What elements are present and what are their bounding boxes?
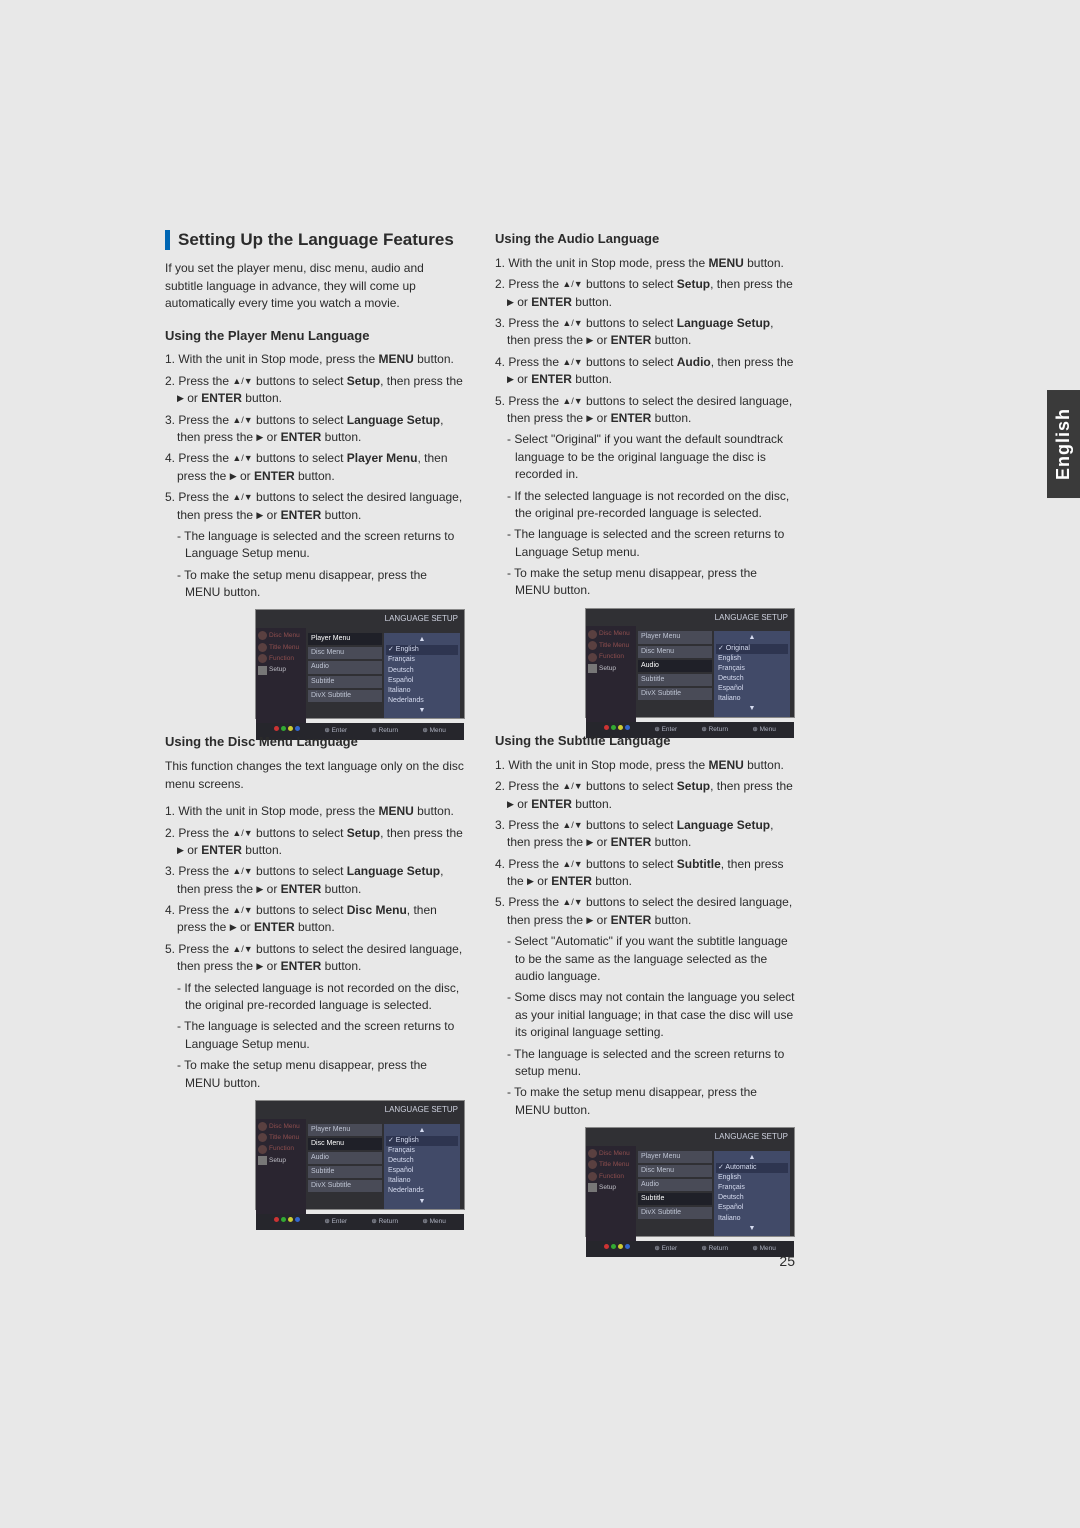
step: 5. Press the ▲/▼ buttons to select the d…: [165, 941, 465, 976]
note: - Select "Original" if you want the defa…: [507, 431, 795, 483]
audio-notes: - Select "Original" if you want the defa…: [495, 431, 795, 600]
subtitle-notes: - Select "Automatic" if you want the sub…: [495, 933, 795, 1119]
step: 3. Press the ▲/▼ buttons to select Langu…: [165, 412, 465, 447]
step: 2. Press the ▲/▼ buttons to select Setup…: [165, 825, 465, 860]
note: - The language is selected and the scree…: [177, 528, 465, 563]
language-side-tab: English: [1047, 390, 1080, 498]
note: - The language is selected and the scree…: [507, 526, 795, 561]
osd-player-menu: LANGUAGE SETUPDisc MenuTitle MenuFunctio…: [255, 609, 465, 719]
step: 1. With the unit in Stop mode, press the…: [495, 757, 795, 774]
page-body: Setting Up the Language Features If you …: [165, 230, 915, 1271]
main-heading: Setting Up the Language Features: [165, 230, 465, 250]
right-column: Using the Audio Language 1. With the uni…: [495, 230, 795, 1271]
player-menu-heading: Using the Player Menu Language: [165, 327, 465, 346]
disc-menu-notes: - If the selected language is not record…: [165, 980, 465, 1092]
step: 5. Press the ▲/▼ buttons to select the d…: [495, 894, 795, 929]
note: - To make the setup menu disappear, pres…: [507, 565, 795, 600]
note: - Select "Automatic" if you want the sub…: [507, 933, 795, 985]
step: 4. Press the ▲/▼ buttons to select Audio…: [495, 354, 795, 389]
note: - Some discs may not contain the languag…: [507, 989, 795, 1041]
step: 1. With the unit in Stop mode, press the…: [165, 351, 465, 368]
note: - If the selected language is not record…: [507, 488, 795, 523]
osd-audio: LANGUAGE SETUPDisc MenuTitle MenuFunctio…: [585, 608, 795, 718]
disc-menu-steps: 1. With the unit in Stop mode, press the…: [165, 803, 465, 976]
step: 1. With the unit in Stop mode, press the…: [165, 803, 465, 820]
step: 5. Press the ▲/▼ buttons to select the d…: [165, 489, 465, 524]
player-menu-steps: 1. With the unit in Stop mode, press the…: [165, 351, 465, 524]
disc-menu-intro: This function changes the text language …: [165, 758, 465, 793]
player-menu-notes: - The language is selected and the scree…: [165, 528, 465, 602]
note: - To make the setup menu disappear, pres…: [507, 1084, 795, 1119]
step: 4. Press the ▲/▼ buttons to select Disc …: [165, 902, 465, 937]
step: 3. Press the ▲/▼ buttons to select Langu…: [495, 315, 795, 350]
step: 1. With the unit in Stop mode, press the…: [495, 255, 795, 272]
step: 2. Press the ▲/▼ buttons to select Setup…: [165, 373, 465, 408]
osd-disc-menu: LANGUAGE SETUPDisc MenuTitle MenuFunctio…: [255, 1100, 465, 1210]
note: - The language is selected and the scree…: [507, 1046, 795, 1081]
audio-heading: Using the Audio Language: [495, 230, 795, 249]
note: - If the selected language is not record…: [177, 980, 465, 1015]
note: - The language is selected and the scree…: [177, 1018, 465, 1053]
step: 2. Press the ▲/▼ buttons to select Setup…: [495, 276, 795, 311]
osd-subtitle: LANGUAGE SETUPDisc MenuTitle MenuFunctio…: [585, 1127, 795, 1237]
audio-steps: 1. With the unit in Stop mode, press the…: [495, 255, 795, 428]
step: 3. Press the ▲/▼ buttons to select Langu…: [165, 863, 465, 898]
note: - To make the setup menu disappear, pres…: [177, 567, 465, 602]
step: 3. Press the ▲/▼ buttons to select Langu…: [495, 817, 795, 852]
left-column: Setting Up the Language Features If you …: [165, 230, 465, 1271]
step: 5. Press the ▲/▼ buttons to select the d…: [495, 393, 795, 428]
subtitle-steps: 1. With the unit in Stop mode, press the…: [495, 757, 795, 930]
intro-text: If you set the player menu, disc menu, a…: [165, 260, 465, 312]
step: 4. Press the ▲/▼ buttons to select Subti…: [495, 856, 795, 891]
step: 4. Press the ▲/▼ buttons to select Playe…: [165, 450, 465, 485]
step: 2. Press the ▲/▼ buttons to select Setup…: [495, 778, 795, 813]
note: - To make the setup menu disappear, pres…: [177, 1057, 465, 1092]
